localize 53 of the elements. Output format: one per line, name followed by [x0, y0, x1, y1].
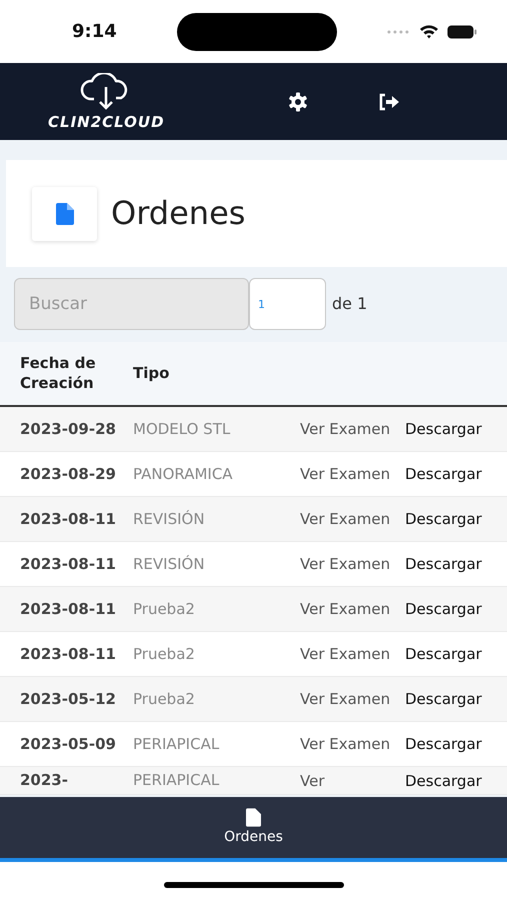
download-link[interactable]: Descargar — [405, 510, 482, 528]
status-time: 9:14 — [72, 20, 117, 44]
date-cell-text: 2023-08-11 — [20, 644, 117, 664]
download-link[interactable]: Descargar — [405, 420, 482, 438]
download-link[interactable]: Descargar — [405, 735, 482, 753]
view-exam-link[interactable]: Ver — [300, 772, 332, 790]
view-exam-link[interactable]: Ver Examen — [300, 600, 398, 618]
logout-icon — [378, 93, 400, 112]
type-cell-text: Prueba2 — [133, 688, 196, 710]
battery-icon — [447, 24, 477, 38]
view-exam-link[interactable]: Ver Examen — [300, 690, 398, 708]
download-link[interactable]: Descargar — [405, 690, 482, 708]
signal-icon — [387, 30, 411, 34]
page-title: Ordenes — [111, 194, 246, 233]
download-link[interactable]: Descargar — [405, 555, 482, 573]
view-exam-link[interactable]: Ver Examen — [300, 465, 398, 483]
download-link[interactable]: Descargar — [405, 645, 482, 663]
type-cell-text: MODELO STL — [133, 418, 232, 440]
view-exam-link[interactable]: Ver Examen — [300, 735, 398, 753]
type-cell-text: Prueba2 — [133, 644, 196, 665]
page-number-field[interactable]: 1 — [249, 278, 326, 330]
date-cell-text: 2023-08-11 — [20, 598, 117, 620]
date-cell-text: 2023-05-12 — [20, 688, 117, 710]
date-cell-text: 2023-08-29 — [20, 464, 117, 484]
type-cell-text: PANORAMICA — [133, 464, 234, 485]
date-cell-text: 2023-08-11 — [20, 554, 117, 574]
wifi-icon — [419, 24, 439, 39]
page-total: de 1 — [332, 293, 368, 315]
view-exam-link[interactable]: Ver Examen — [300, 645, 398, 663]
column-header: Tipo — [133, 364, 170, 384]
document-icon — [246, 808, 261, 826]
type-cell-text: REVISIÓN — [133, 508, 206, 530]
view-exam-link[interactable]: Ver Examen — [300, 510, 398, 528]
search-field[interactable]: Buscar — [14, 278, 249, 330]
type-cell-text: Prueba2 — [133, 598, 196, 620]
orders-tab[interactable]: Ordenes — [218, 806, 289, 848]
document-icon — [56, 202, 74, 224]
download-link[interactable]: Descargar — [405, 772, 482, 790]
column-header: Fecha de Creación — [20, 354, 97, 393]
date-cell-text: 2023-09-28 — [20, 418, 117, 440]
brand-name: CLIN2CLOUD — [48, 115, 165, 130]
type-cell-text: PERIAPICAL — [133, 770, 220, 792]
date-cell-text: 2023-08-11 — [20, 508, 117, 530]
type-cell-text: PERIAPICAL — [133, 734, 220, 755]
download-link[interactable]: Descargar — [405, 465, 482, 483]
view-exam-link[interactable]: Ver Examen — [300, 555, 398, 573]
date-cell-text: 2023-05-09 — [20, 734, 117, 754]
download-link[interactable]: Descargar — [405, 600, 482, 618]
date-cell-text: 2023- — [20, 770, 69, 791]
settings-icon — [288, 92, 308, 112]
type-cell-text: REVISIÓN — [133, 554, 206, 575]
settings-button[interactable] — [288, 90, 308, 114]
view-exam-link[interactable]: Ver Examen — [300, 420, 398, 438]
